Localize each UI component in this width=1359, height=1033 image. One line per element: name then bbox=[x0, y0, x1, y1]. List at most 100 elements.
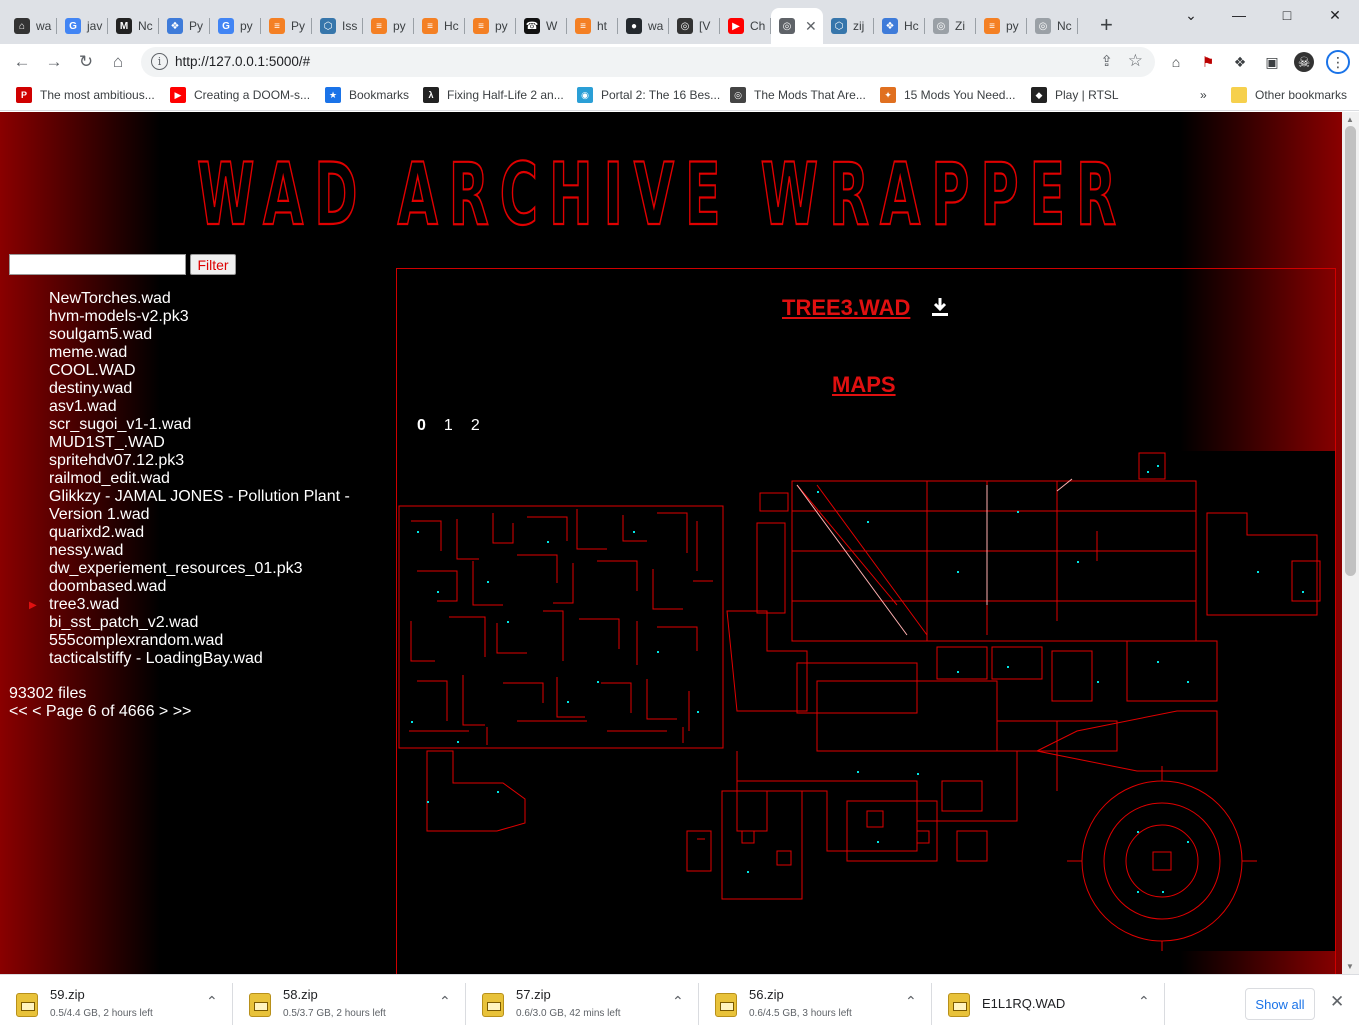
tab[interactable]: ≡ py bbox=[976, 8, 1027, 44]
tab[interactable]: ⌂ wa bbox=[6, 8, 57, 44]
pagination[interactable]: << < Page 6 of 4666 > >> bbox=[9, 703, 191, 721]
tab[interactable]: ≡ Py bbox=[261, 8, 312, 44]
close-icon[interactable]: ✕ bbox=[1330, 992, 1344, 1012]
map-tab[interactable]: 1 bbox=[444, 417, 453, 435]
maximize-button[interactable]: □ bbox=[1263, 0, 1311, 30]
file-item[interactable]: bi_sst_patch_v2.wad bbox=[49, 614, 369, 632]
download-item[interactable]: 57.zip 0.6/3.0 GB, 42 mins left ⌃ bbox=[466, 975, 699, 1033]
bookmark-item[interactable]: ▶ Creating a DOOM-s... bbox=[170, 86, 310, 104]
bookmark-item[interactable]: ◎ The Mods That Are... bbox=[730, 86, 866, 104]
minimize-button[interactable]: — bbox=[1215, 0, 1263, 30]
download-icon[interactable] bbox=[931, 297, 949, 317]
back-arrow-icon[interactable]: ← bbox=[10, 50, 34, 74]
bookmark-item[interactable]: λ Fixing Half-Life 2 an... bbox=[423, 86, 564, 104]
tab[interactable]: ❖ Py bbox=[159, 8, 210, 44]
wad-title-link[interactable]: TREE3.WAD bbox=[782, 295, 910, 321]
file-item[interactable]: MUD1ST_.WAD bbox=[49, 434, 369, 452]
tab[interactable]: ◎ Nc bbox=[1027, 8, 1078, 44]
tab[interactable]: ◎ [V bbox=[669, 8, 720, 44]
tab[interactable]: Gpy bbox=[210, 8, 261, 44]
file-item[interactable]: tacticalstiffy - LoadingBay.wad bbox=[49, 650, 369, 668]
file-item[interactable]: destiny.wad bbox=[49, 380, 369, 398]
filter-input[interactable] bbox=[9, 254, 186, 275]
sidebar-icon[interactable]: ▣ bbox=[1262, 52, 1282, 72]
file-item[interactable]: COOL.WAD bbox=[49, 362, 369, 380]
tab[interactable]: ● wa bbox=[618, 8, 669, 44]
download-item[interactable]: 56.zip 0.6/4.5 GB, 3 hours left ⌃ bbox=[699, 975, 932, 1033]
tab[interactable]: ≡ ht bbox=[567, 8, 618, 44]
menu-kebab-icon[interactable]: ⋮ bbox=[1326, 50, 1350, 74]
new-tab-button[interactable]: + bbox=[1100, 14, 1113, 36]
close-window-button[interactable]: ✕ bbox=[1311, 0, 1359, 30]
bookmark-item[interactable]: P The most ambitious... bbox=[16, 86, 155, 104]
tab[interactable]: ◎ Zi bbox=[925, 8, 976, 44]
chevron-up-icon[interactable]: ⌃ bbox=[905, 993, 917, 1010]
chevron-up-icon[interactable]: ⌃ bbox=[1138, 993, 1150, 1010]
page-scrollbar[interactable]: ▲ ▼ bbox=[1342, 112, 1359, 974]
other-bookmarks[interactable]: Other bookmarks bbox=[1231, 86, 1347, 104]
file-item[interactable]: asv1.wad bbox=[49, 398, 369, 416]
tab[interactable]: ▶ Ch bbox=[720, 8, 771, 44]
tab[interactable]: M Nc bbox=[108, 8, 159, 44]
tab[interactable]: ≡ py bbox=[363, 8, 414, 44]
file-item[interactable]: NewTorches.wad bbox=[49, 290, 369, 308]
tab[interactable]: ⬡ Iss bbox=[312, 8, 363, 44]
file-item[interactable]: scr_sugoi_v1-1.wad bbox=[49, 416, 369, 434]
tab-active[interactable]: ◎ ✕ bbox=[771, 8, 823, 44]
file-item[interactable]: soulgam5.wad bbox=[49, 326, 369, 344]
tab[interactable]: ☎ W bbox=[516, 8, 567, 44]
tab[interactable]: ≡ py bbox=[465, 8, 516, 44]
chevron-down-icon[interactable]: ⌄ bbox=[1167, 0, 1215, 30]
scroll-up-icon[interactable]: ▲ bbox=[1346, 115, 1354, 124]
page-viewport: WAD ARCHIVE WRAPPER Filter NewTorches.wa… bbox=[0, 112, 1342, 974]
file-item[interactable]: quarixd2.wad bbox=[49, 524, 369, 542]
url-text[interactable]: http://127.0.0.1:5000/# bbox=[175, 54, 310, 69]
tab-close-icon[interactable]: ✕ bbox=[805, 18, 817, 35]
file-item[interactable]: hvm-models-v2.pk3 bbox=[49, 308, 369, 326]
file-item[interactable]: Glikkzy - JAMAL JONES - Pollution Plant … bbox=[49, 488, 369, 506]
file-item[interactable]: doombased.wad bbox=[49, 578, 369, 596]
home-icon[interactable]: ⌂ bbox=[106, 50, 130, 74]
reload-icon[interactable]: ↻ bbox=[74, 50, 98, 74]
extension-flag-icon[interactable]: ⚑ bbox=[1198, 52, 1218, 72]
forward-arrow-icon[interactable]: → bbox=[42, 50, 66, 74]
info-icon[interactable]: i bbox=[151, 53, 168, 70]
share-icon[interactable]: ⇪ bbox=[1100, 52, 1113, 70]
extension-house-icon[interactable]: ⌂ bbox=[1166, 52, 1186, 72]
chevron-up-icon[interactable]: ⌃ bbox=[672, 993, 684, 1010]
bookmark-item[interactable]: ★ Bookmarks bbox=[325, 86, 409, 104]
scroll-down-icon[interactable]: ▼ bbox=[1346, 962, 1354, 971]
scrollbar-thumb[interactable] bbox=[1345, 126, 1356, 576]
download-item[interactable]: E1L1RQ.WAD ⌃ bbox=[932, 975, 1165, 1033]
download-item[interactable]: 59.zip 0.5/4.4 GB, 2 hours left ⌃ bbox=[0, 975, 233, 1033]
bookmark-item[interactable]: ◉ Portal 2: The 16 Bes... bbox=[577, 86, 720, 104]
file-item[interactable]: 555complexrandom.wad bbox=[49, 632, 369, 650]
chevron-up-icon[interactable]: ⌃ bbox=[439, 993, 451, 1010]
download-name: 58.zip bbox=[283, 987, 318, 1002]
tab[interactable]: Gjav bbox=[57, 8, 108, 44]
filter-button[interactable]: Filter bbox=[190, 254, 236, 275]
bookmark-item[interactable]: ◆ Play | RTSL bbox=[1031, 86, 1119, 104]
profile-avatar[interactable]: ☠ bbox=[1294, 52, 1314, 72]
bookmark-item[interactable]: ✦ 15 Mods You Need... bbox=[880, 86, 1015, 104]
file-item[interactable]: dw_experiement_resources_01.pk3 bbox=[49, 560, 369, 578]
file-item[interactable]: meme.wad bbox=[49, 344, 369, 362]
tab[interactable]: ⬡ zij bbox=[823, 8, 874, 44]
address-bar[interactable]: i http://127.0.0.1:5000/# ⇪ ☆ bbox=[141, 47, 1155, 77]
tab[interactable]: ≡ Hc bbox=[414, 8, 465, 44]
download-item[interactable]: 58.zip 0.5/3.7 GB, 2 hours left ⌃ bbox=[233, 975, 466, 1033]
extensions-puzzle-icon[interactable]: ❖ bbox=[1230, 52, 1250, 72]
tab[interactable]: ❖ Hc bbox=[874, 8, 925, 44]
file-item[interactable]: spritehdv07.12.pk3 bbox=[49, 452, 369, 470]
file-item-selected[interactable]: tree3.wad bbox=[29, 596, 369, 615]
map-tab[interactable]: 0 bbox=[417, 417, 426, 435]
bookmarks-overflow-button[interactable]: » bbox=[1200, 86, 1207, 104]
bookmark-star-icon[interactable]: ☆ bbox=[1128, 51, 1143, 71]
file-item[interactable]: railmod_edit.wad bbox=[49, 470, 369, 488]
chevron-up-icon[interactable]: ⌃ bbox=[206, 993, 218, 1010]
file-item[interactable]: Version 1.wad bbox=[49, 506, 369, 524]
show-all-button[interactable]: Show all bbox=[1245, 988, 1315, 1020]
tab-list: ⌂ wa Gjav M Nc ❖ Py Gpy ≡ Py ⬡ Iss ≡ py ≡ Hc ≡ py ☎ W ≡ ht ● wa… bbox=[6, 8, 1078, 44]
map-tab[interactable]: 2 bbox=[471, 417, 480, 435]
file-item[interactable]: nessy.wad bbox=[49, 542, 369, 560]
